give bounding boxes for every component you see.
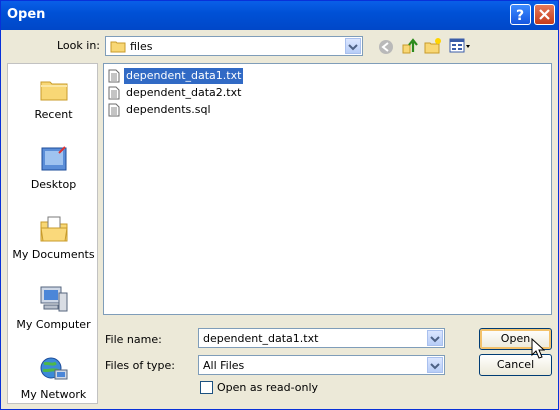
- file-type-label: Files of type:: [105, 359, 176, 372]
- svg-text:?: ?: [516, 8, 524, 24]
- recent-folder-icon: [40, 81, 67, 101]
- places-bar: Recent Desktop My Documents My Computer …: [7, 63, 98, 404]
- look-in-dropdown-button[interactable]: [345, 38, 361, 54]
- sidebar-item-label: Recent: [34, 108, 73, 121]
- open-read-only-checkbox[interactable]: [200, 381, 213, 394]
- sql-file-icon: [108, 103, 120, 117]
- file-type-dropdown-button[interactable]: [427, 357, 443, 373]
- title-bar[interactable]: Open ?: [1, 1, 558, 30]
- file-name-dropdown-button[interactable]: [427, 330, 443, 346]
- file-list[interactable]: dependent_data1.txt dependent_data2.txt …: [103, 63, 552, 315]
- folder-icon: [110, 41, 126, 53]
- look-in-value: files: [130, 40, 153, 53]
- open-dialog: Open ? Look in: files Recent Desktop My …: [0, 0, 559, 410]
- new-folder-icon: [424, 38, 441, 54]
- file-name-value: dependent_data1.txt: [203, 332, 319, 345]
- my-network-icon: [40, 357, 67, 380]
- file-type-combobox[interactable]: All Files: [198, 355, 445, 375]
- sidebar-item-label: My Network: [20, 388, 87, 401]
- new-folder-button[interactable]: [424, 37, 442, 55]
- look-in-combobox[interactable]: files: [105, 36, 363, 56]
- question-icon: ?: [516, 8, 524, 24]
- my-documents-icon: [39, 216, 68, 242]
- mouse-cursor-icon: [531, 338, 545, 359]
- sidebar-item-label: My Computer: [16, 318, 91, 331]
- sidebar-item-label: Desktop: [30, 178, 77, 191]
- up-folder-button[interactable]: [401, 37, 419, 55]
- up-folder-icon: [402, 38, 418, 54]
- text-file-icon: [108, 86, 120, 100]
- file-type-value: All Files: [203, 359, 245, 372]
- close-icon: [539, 9, 550, 20]
- sidebar-item-my-documents[interactable]: My Documents: [8, 214, 99, 261]
- chevron-down-icon: [430, 363, 440, 370]
- sidebar-item-my-network[interactable]: My Network: [8, 354, 99, 401]
- back-arrow-icon: [379, 40, 393, 54]
- chevron-down-icon: [430, 336, 440, 343]
- sidebar-item-my-computer[interactable]: My Computer: [8, 284, 99, 331]
- sidebar-item-label: My Documents: [12, 248, 95, 261]
- help-button[interactable]: ?: [510, 4, 531, 25]
- file-name: dependents.sql: [126, 103, 211, 116]
- desktop-icon: [41, 146, 66, 171]
- my-computer-icon: [40, 286, 67, 312]
- open-read-only-label: Open as read-only: [217, 381, 319, 394]
- text-file-icon: [108, 69, 120, 83]
- close-button[interactable]: [534, 4, 555, 25]
- chevron-down-icon: [348, 44, 358, 51]
- view-menu-button[interactable]: [449, 38, 471, 54]
- file-name: dependent_data2.txt: [126, 86, 242, 99]
- window-title: Open: [7, 7, 46, 22]
- view-menu-icon: [449, 38, 470, 53]
- file-name-label: File name:: [105, 333, 162, 346]
- sidebar-item-desktop[interactable]: Desktop: [8, 144, 99, 191]
- file-name-combobox[interactable]: dependent_data1.txt: [198, 328, 445, 348]
- file-name: dependent_data1.txt: [122, 67, 245, 85]
- sidebar-item-recent[interactable]: Recent: [8, 74, 99, 121]
- look-in-label: Look in:: [57, 39, 100, 52]
- back-button[interactable]: [378, 39, 394, 55]
